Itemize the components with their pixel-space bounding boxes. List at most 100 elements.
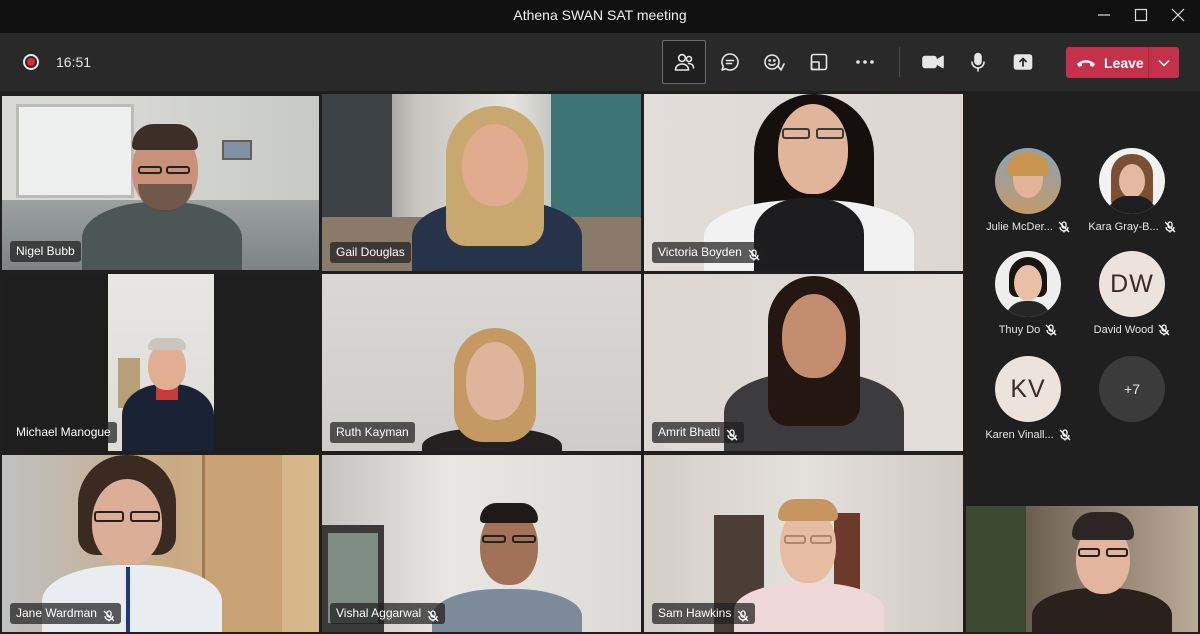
- roster-name: Thuy Do: [973, 324, 1083, 336]
- leave-label: Leave: [1104, 54, 1144, 71]
- reactions-icon: [764, 54, 785, 71]
- participant-image: [412, 328, 572, 451]
- mic-off-icon: [748, 247, 760, 260]
- more-actions-button[interactable]: [843, 40, 887, 84]
- participant-image: [432, 501, 582, 632]
- mic-button[interactable]: [956, 40, 1000, 84]
- participant-name-tag: Ruth Kayman: [330, 422, 415, 443]
- mic-off-icon: [427, 608, 439, 621]
- avatar-initials: DW: [1110, 269, 1154, 298]
- mic-off-icon: [1164, 221, 1176, 233]
- mic-icon: [971, 52, 985, 72]
- mic-off-icon: [1045, 324, 1057, 336]
- video-tile[interactable]: Victoria Boyden: [644, 94, 963, 271]
- maximize-button[interactable]: [1121, 0, 1161, 30]
- participants-button[interactable]: [662, 40, 706, 84]
- meeting-toolbar: 16:51 Leave: [0, 33, 1200, 91]
- self-view-video[interactable]: [966, 506, 1198, 632]
- roster-participant[interactable]: Kara Gray-B...: [1077, 148, 1187, 233]
- camera-button[interactable]: [911, 40, 955, 84]
- avatar-initials: KV: [1010, 374, 1046, 403]
- participant-name: Sam Hawkins: [658, 606, 732, 620]
- video-tile[interactable]: Michael Manogue: [2, 274, 319, 451]
- minimize-icon: [1098, 14, 1110, 16]
- participant-name-tag: Nigel Bubb: [10, 241, 81, 262]
- avatar: [995, 148, 1061, 214]
- participant-image: [412, 104, 582, 271]
- roster-participant[interactable]: Julie McDer...: [973, 148, 1083, 233]
- participant-name: Victoria Boyden: [658, 245, 742, 259]
- participant-name-tag: Michael Manogue: [10, 422, 117, 443]
- participant-name: Amrit Bhatti: [658, 425, 721, 439]
- participant-name: Michael Manogue: [16, 425, 111, 439]
- video-tile[interactable]: Amrit Bhatti: [644, 274, 963, 451]
- window-title: Athena SWAN SAT meeting: [513, 7, 687, 23]
- mic-off-icon: [737, 608, 749, 621]
- roster-participant[interactable]: DW David Wood: [1077, 251, 1187, 336]
- video-feed: [966, 506, 1198, 632]
- plant: [966, 506, 1026, 632]
- video-tile[interactable]: Jane Wardman: [2, 455, 319, 632]
- share-button[interactable]: [1001, 40, 1045, 84]
- overflow-count: +7: [1099, 356, 1165, 422]
- roster-name: David Wood: [1077, 324, 1187, 336]
- chat-icon: [721, 53, 739, 71]
- roster-name: Julie McDer...: [973, 221, 1083, 233]
- participant-name-tag: Vishal Aggarwal: [330, 603, 446, 624]
- participant-image: [1032, 510, 1172, 632]
- reactions-button[interactable]: [752, 40, 796, 84]
- video-tile[interactable]: Vishal Aggarwal: [322, 455, 641, 632]
- leave-options-button[interactable]: [1148, 47, 1179, 78]
- leave-main-button[interactable]: Leave: [1066, 47, 1148, 78]
- mic-off-icon: [1059, 429, 1071, 441]
- mic-off-icon: [103, 608, 115, 621]
- participant-name-tag: Gail Douglas: [330, 242, 411, 263]
- close-window-button[interactable]: [1158, 0, 1198, 30]
- participant-name: Vishal Aggarwal: [336, 606, 422, 620]
- video-tile[interactable]: Ruth Kayman: [322, 274, 641, 451]
- close-icon: [1171, 8, 1185, 22]
- more-participants-button[interactable]: +7: [1077, 356, 1187, 422]
- mic-off-icon: [1158, 324, 1170, 336]
- mic-off-icon: [726, 427, 738, 440]
- recording-indicator-icon: [23, 54, 39, 70]
- maximize-icon: [1134, 8, 1148, 22]
- chat-button[interactable]: [708, 40, 752, 84]
- avatar: [995, 251, 1061, 317]
- participant-name-tag: Amrit Bhatti: [652, 422, 745, 443]
- share-icon: [1013, 54, 1033, 70]
- participant-name-tag: Victoria Boyden: [652, 242, 766, 263]
- participant-name: Gail Douglas: [336, 245, 405, 259]
- mic-off-icon: [1058, 221, 1070, 233]
- meeting-timer: 16:51: [56, 54, 92, 70]
- avatar: [1099, 148, 1165, 214]
- people-icon: [674, 53, 695, 71]
- participant-image: [724, 276, 904, 451]
- rooms-button[interactable]: [797, 40, 841, 84]
- participant-name: Jane Wardman: [16, 606, 97, 620]
- roster-name: Kara Gray-B...: [1077, 221, 1187, 233]
- participant-name-tag: Sam Hawkins: [652, 603, 756, 624]
- roster-participant[interactable]: Thuy Do: [973, 251, 1083, 336]
- participant-name: Nigel Bubb: [16, 244, 75, 258]
- roster-name: Karen Vinall...: [973, 429, 1083, 441]
- video-tile[interactable]: Sam Hawkins: [644, 455, 963, 632]
- participant-name: Ruth Kayman: [336, 425, 409, 439]
- roster-participant[interactable]: KV Karen Vinall...: [973, 356, 1083, 441]
- minimize-button[interactable]: [1084, 0, 1124, 30]
- camera-icon: [922, 55, 944, 69]
- rooms-icon: [810, 53, 828, 71]
- title-bar: Athena SWAN SAT meeting: [0, 0, 1200, 33]
- video-tile[interactable]: Nigel Bubb: [2, 96, 319, 270]
- participant-image: [72, 122, 252, 270]
- video-tile[interactable]: Gail Douglas: [322, 94, 641, 271]
- avatar: DW: [1099, 251, 1165, 317]
- participant-roster: Julie McDer... Kara Gray-B... Thuy Do DW: [965, 92, 1200, 504]
- leave-button[interactable]: Leave: [1066, 47, 1179, 78]
- participant-image: [118, 334, 214, 451]
- portrait-video: [108, 274, 214, 451]
- phone-hangup-icon: [1077, 59, 1095, 67]
- participant-image: [734, 499, 884, 632]
- avatar: KV: [995, 356, 1061, 422]
- more-icon: [856, 60, 874, 64]
